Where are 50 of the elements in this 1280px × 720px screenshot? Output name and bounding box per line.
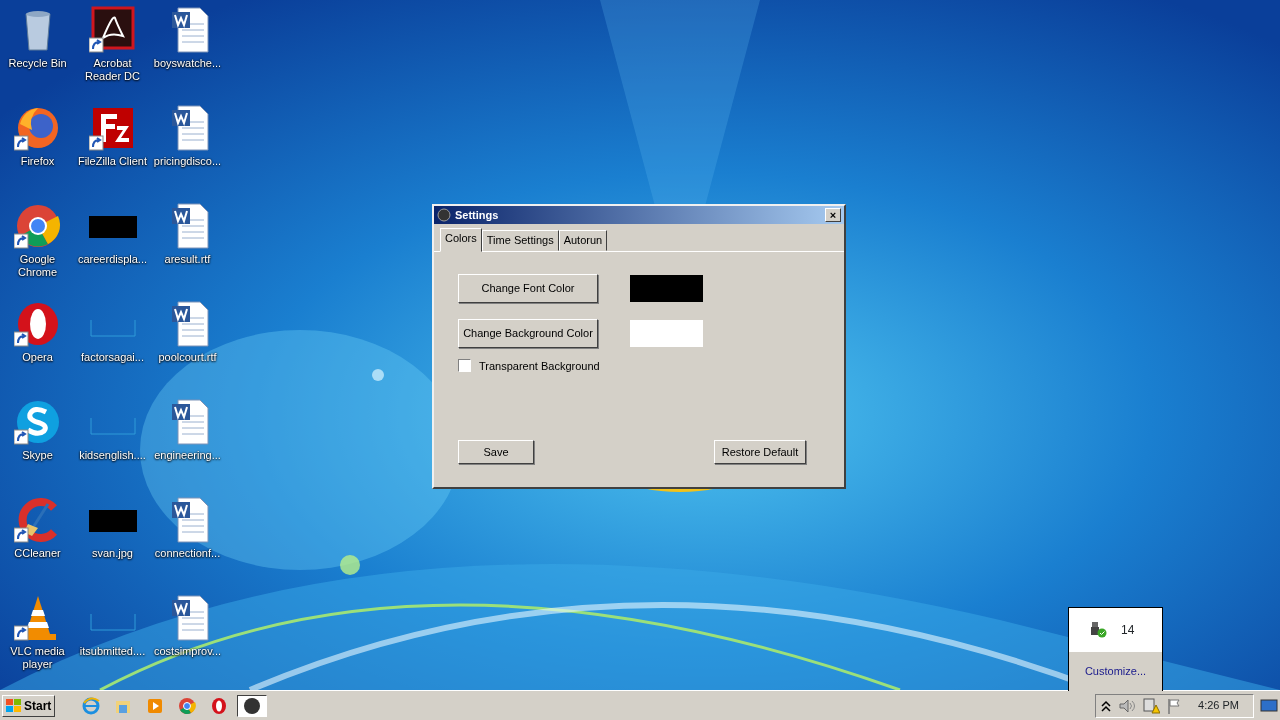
save-button[interactable]: Save [458, 440, 534, 464]
icon-label[interactable]: CCleaner [0, 547, 75, 560]
document-app-icon[interactable] [88, 6, 137, 54]
opera-icon [210, 696, 229, 715]
icon-label[interactable]: boyswatche... [150, 57, 225, 70]
skype-icon[interactable] [13, 398, 62, 446]
icon-label[interactable]: Google Chrome [0, 253, 75, 279]
tab[interactable]: Colors [440, 228, 482, 252]
start-button[interactable]: Start [2, 694, 56, 717]
app-icon [243, 696, 262, 715]
icon-label[interactable]: Skype [0, 449, 75, 462]
icon-label[interactable]: Recycle Bin [0, 57, 75, 70]
icon-label[interactable]: factorsagai... [75, 351, 150, 364]
close-button[interactable]: × [825, 208, 841, 222]
restore-default-button[interactable]: Restore Default [714, 440, 806, 464]
color-button[interactable]: Change Background Color [458, 318, 598, 348]
icon-label[interactable]: FileZilla Client [75, 155, 150, 168]
chrome-icon [178, 696, 197, 715]
icon-label[interactable]: connectionf... [150, 547, 225, 560]
icon-label[interactable]: Opera [0, 351, 75, 364]
windows-logo-icon [6, 698, 22, 713]
color-button[interactable]: Change Font Color [458, 273, 598, 303]
icon-label[interactable]: costsimprov... [150, 645, 225, 658]
icon-label[interactable]: aresult.rtf [150, 253, 225, 266]
icon-label[interactable]: poolcourt.rtf [150, 351, 225, 364]
icon-label[interactable]: itsubmitted.... [75, 645, 150, 658]
checkbox-label: Transparent Background [479, 358, 600, 374]
icon-label[interactable]: Acrobat Reader DC [75, 57, 150, 83]
icon-label[interactable]: careerdispla... [75, 253, 150, 266]
checkbox[interactable] [458, 359, 471, 373]
network-warning-icon[interactable] [1142, 697, 1161, 714]
count-label: 14 [1121, 622, 1135, 639]
usb-check-icon[interactable] [1089, 621, 1107, 639]
browser-icon [82, 696, 101, 715]
chrome-icon[interactable] [13, 202, 62, 250]
tab[interactable]: Autorun [558, 230, 608, 251]
icon-label[interactable]: kidsenglish.... [75, 449, 150, 462]
app-icon [437, 208, 451, 222]
window-title: Settings [455, 207, 499, 223]
flag-icon[interactable] [1166, 697, 1183, 714]
show-desktop-icon[interactable] [1260, 698, 1278, 713]
icon-label[interactable]: Firefox [0, 155, 75, 168]
icon-label[interactable]: svan.jpg [75, 547, 150, 560]
play-icon [146, 696, 165, 715]
speaker-icon[interactable] [1118, 697, 1137, 714]
icon-label[interactable]: pricingdisco... [150, 155, 225, 168]
clock[interactable]: 4:26 PM [1188, 697, 1249, 714]
icon-label[interactable]: VLC media player [0, 645, 75, 671]
taskbar-button[interactable] [237, 694, 268, 717]
tab[interactable]: Time Settings [481, 230, 559, 251]
